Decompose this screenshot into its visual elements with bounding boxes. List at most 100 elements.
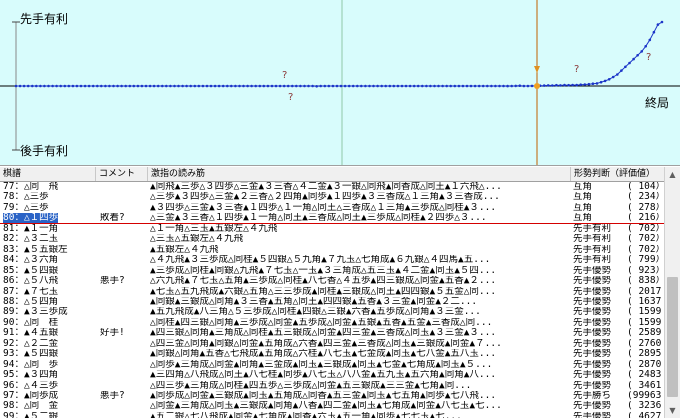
evaluation-point: [542, 84, 546, 87]
judge-cell: 先手優勢: [573, 411, 612, 418]
eval-cell: (99963）: [627, 391, 661, 401]
evaluation-point: [425, 84, 428, 88]
evaluation-point: [506, 84, 509, 88]
evaluation-point: [238, 84, 241, 88]
table-row[interactable]: 87：▲７七玉 ▲七玉△五九飛成▲六銀△五角△三三歩成▲同桂▲三銀成△同王▲四四銀…: [0, 287, 664, 297]
evaluation-point: [59, 84, 62, 88]
scroll-up-icon[interactable]: ▲: [665, 167, 680, 182]
vertical-scrollbar[interactable]: ▲ ▼: [664, 167, 680, 418]
table-row[interactable]: 99：▲５二銀 ▲五二銀△七八飛成▲同金▲七角成▲同香▲六玉▲五一角▲同歩▲七七玉…: [0, 412, 664, 418]
evaluation-point: [347, 84, 351, 88]
evaluation-point: [193, 84, 197, 88]
line-cell: ▲五九飛成▲八三角△５三歩成△同桂▲四銀△三銀▲六香▲五歩成△同角▲３三金...: [150, 307, 481, 318]
table-row[interactable]: 95：▲３四角 ▲三四角△八飛成△同王▲八七桂▲同歩▲八七玉△八八金▲五九玉▲五六…: [0, 370, 664, 380]
evaluation-graph-canvas[interactable]: ????: [0, 0, 680, 165]
evaluation-point: [526, 84, 530, 88]
move-cell: 94：△同 歩: [3, 359, 59, 370]
evaluation-point: [209, 84, 213, 88]
evaluation-point: [404, 84, 408, 88]
evaluation-point: [408, 84, 412, 88]
eval-cell: ( 2760）: [627, 338, 661, 349]
judge-cell: 互角: [573, 192, 593, 203]
comment-cell: 悪手?: [100, 391, 125, 401]
judge-cell: 先手優勢: [573, 338, 612, 349]
table-row[interactable]: 80：△１四歩 敗着? △三金▲３三香△１四歩▲１一角△同王▲三香成△同王▲三歩成△…: [0, 213, 664, 224]
evaluation-point: [481, 84, 485, 88]
header-comment[interactable]: コメント: [96, 167, 148, 181]
header-line[interactable]: 激指の読み筋: [148, 167, 571, 181]
evaluation-point: [67, 84, 71, 88]
evaluation-point: [242, 84, 245, 88]
evaluation-point: [254, 84, 257, 88]
line-cell: △四三歩▲三角成△同桂▲四五歩△三歩成△同金▲五三銀成▲三三金▲七角▲同...: [150, 380, 472, 391]
question-mark-annotation: ?: [574, 64, 579, 75]
table-row[interactable]: 88：△５四角 ▲同銀▲三銀成△同角▲３三香▲五角△同王▲四四銀▲五香▲３三金▲同…: [0, 297, 664, 307]
table-row[interactable]: 96：△４三歩 △四三歩▲三角成△同桂▲四五歩△三歩成△同金▲五三銀成▲三三金▲七…: [0, 381, 664, 391]
evaluation-point: [494, 84, 497, 88]
eval-cell: ( 923）: [627, 265, 661, 276]
table-row[interactable]: 93：▲５四銀 ▲同銀△同角▲五香△七飛成▲五角成△六桂▲八七玉▲七金成▲同玉▲七…: [0, 349, 664, 359]
evaluation-point: [546, 84, 550, 87]
table-row[interactable]: 94：△同 歩 △同歩▲三角成△同金▲同角▲三金成▲同玉▲三銀成▲同玉▲七金▲七角…: [0, 360, 664, 370]
table-row[interactable]: 79：△三歩 ▲３四歩△三金▲３三香▲１四歩△１一角△同王△三香成△１三角▲三歩成…: [0, 203, 664, 213]
eval-cell: ( 2017）: [627, 286, 661, 297]
table-row[interactable]: 77：△同 飛 ▲同飛▲三歩△３四歩△三金▲３三香△４二金▲３一銀△同飛▲同香成△…: [0, 182, 664, 192]
evaluation-point: [339, 84, 343, 88]
evaluation-point: [286, 84, 290, 88]
evaluation-graph[interactable]: ???? 先手有利 後手有利 終局: [0, 0, 680, 166]
evaluation-point: [396, 84, 400, 88]
evaluation-point: [266, 84, 270, 88]
evaluation-point: [595, 82, 599, 85]
eval-cell: ( 2870）: [627, 359, 661, 370]
scroll-down-icon[interactable]: ▼: [665, 403, 680, 418]
kifu-analysis-table[interactable]: 棋譜 コメント 激指の読み筋 形勢判断（評価値） 77：△同 飛 ▲同飛▲三歩△３…: [0, 167, 664, 418]
evaluation-point: [63, 84, 67, 88]
sente-advantage-label: 先手有利: [20, 12, 69, 26]
table-row[interactable]: 84：△３六角 △４九飛▲３三歩成△同桂▲５四銀△５九角▲７九玉△七角成▲６九銀△…: [0, 255, 664, 265]
line-cell: △同桂▲四三銀△同角▲三歩成△同金▲五歩成△同金▲五銀▲五香▲五金▲三香成△同.…: [150, 317, 493, 328]
evaluation-point: [51, 84, 54, 88]
evaluation-point: [660, 20, 664, 24]
table-row[interactable]: 82：△３二玉 △三玉△五銀左△４九飛 先手有利 ( 702）: [0, 234, 664, 244]
evaluation-point: [400, 84, 404, 88]
line-cell: △三歩▲３四歩△三金▲２三香△２四角▲同歩▲１四歩▲３三香成△１三角▲３三香成.…: [150, 192, 500, 203]
table-row[interactable]: 89：▲３三歩成 ▲五九飛成▲八三角△５三歩成△同桂▲四銀△三銀▲六香▲五歩成△同…: [0, 307, 664, 317]
line-cell: △六九飛▲７七玉△五角▲三歩成△同桂▲八七香△４五歩▲四三銀成△同金▲五香▲２.…: [150, 276, 497, 287]
gote-advantage-label: 後手有利: [20, 144, 69, 158]
table-row[interactable]: 86：△５八飛 悪手? △六九飛▲７七玉△五角▲三歩成△同桂▲八七香△４五歩▲四三銀…: [0, 276, 664, 286]
evaluation-point: [55, 84, 58, 88]
evaluation-point: [445, 84, 449, 88]
evaluation-point: [364, 84, 367, 88]
header-judge[interactable]: 形勢判断（評価値）: [571, 167, 664, 181]
line-cell: ▲四三銀△同角▲三角成△同桂▲五三銀成△同金▲四三金▲三香成△同玉▲３三金▲３.…: [150, 328, 497, 339]
table-row[interactable]: 78：△三歩 △三歩▲３四歩△三金▲２三香△２四角▲同歩▲１四歩▲３三香成△１三角…: [0, 192, 664, 202]
eval-cell: ( 3461）: [627, 380, 661, 391]
judge-cell: 先手優勢: [573, 380, 612, 391]
table-row[interactable]: 85：▲５四銀 ▲三歩成△同桂▲同銀△九飛▲７七玉△一玉▲３三角成△五三玉▲４二金…: [0, 266, 664, 276]
evaluation-point: [473, 84, 477, 88]
evaluation-point: [205, 84, 209, 88]
table-row[interactable]: 98：△同 金 △同金▲三角成△同玉▲三銀成▲同角▲八香▲四二金▲同玉▲七角成▲同…: [0, 401, 664, 411]
evaluation-point: [486, 84, 489, 88]
table-row[interactable]: 81：▲１一角 △１一角△三玉▲五銀左△４九飛 先手有利 ( 702）: [0, 224, 664, 234]
evaluation-point: [120, 84, 123, 88]
move-cell: 98：△同 金: [3, 401, 59, 412]
evaluation-point: [620, 69, 623, 72]
table-row[interactable]: 90：△同 桂 △同桂▲四三銀△同角▲三歩成△同金▲五歩成△同金▲五銀▲五香▲五金…: [0, 318, 664, 328]
evaluation-point: [47, 84, 50, 88]
scroll-thumb[interactable]: [667, 277, 678, 397]
table-row[interactable]: 92：△２二金 △四三金△同角▲同銀△同金▲五角成△六香▲四三金▲三香成△同玉▲三…: [0, 339, 664, 349]
evaluation-point: [270, 84, 274, 88]
table-row[interactable]: 91：▲４五銀 好手! ▲四三銀△同角▲三角成△同桂▲五三銀成△同金▲四三金▲三香成…: [0, 328, 664, 338]
table-row[interactable]: 97：▲同歩成 悪手? ▲同歩成△同金▲三銀成▲同玉▲五角成△同香▲五三金▲同玉▲七…: [0, 391, 664, 401]
evaluation-point: [173, 84, 176, 88]
comment-cell: [100, 234, 146, 244]
evaluation-point: [100, 84, 103, 88]
comment-cell: [100, 339, 146, 349]
table-row[interactable]: 83：▲５五銀左 ▲五銀左△４九飛 先手有利 ( 702）: [0, 245, 664, 255]
current-move-point: [534, 83, 540, 89]
header-move[interactable]: 棋譜: [0, 167, 96, 181]
comment-cell: [100, 318, 146, 328]
eval-cell: ( 278）: [627, 202, 661, 213]
evaluation-point: [392, 84, 396, 88]
